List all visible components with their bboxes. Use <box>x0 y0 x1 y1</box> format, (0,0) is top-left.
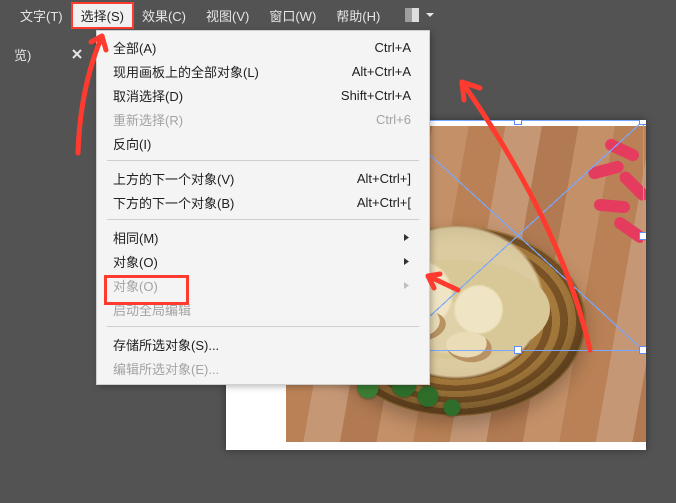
menu-separator <box>107 160 419 161</box>
menu-item-label: 启动全局编辑 <box>113 300 191 319</box>
menu-item-label: 编辑所选对象(E)... <box>113 359 219 378</box>
submenu-arrow-icon <box>311 254 411 269</box>
menu-item-label: 取消选择(D) <box>113 86 183 105</box>
menu-item-next-above[interactable]: 上方的下一个对象(V) Alt+Ctrl+] <box>97 166 429 190</box>
menu-help[interactable]: 帮助(H) <box>326 2 390 29</box>
menu-item-shortcut: Alt+Ctrl+] <box>311 171 411 186</box>
menu-item-label: 全部(A) <box>113 38 156 57</box>
menu-separator <box>107 219 419 220</box>
submenu-arrow-icon <box>311 230 411 245</box>
menu-item-all[interactable]: 全部(A) Ctrl+A <box>97 35 429 59</box>
menu-item-label: 重新选择(R) <box>113 110 183 129</box>
left-panel-tab[interactable]: 览) <box>0 42 92 66</box>
menu-item-label: 上方的下一个对象(V) <box>113 169 234 188</box>
menubar: 文字(T) 选择(S) 效果(C) 视图(V) 窗口(W) 帮助(H) <box>0 0 676 30</box>
menu-item-start-global: 启动全局编辑 <box>97 297 429 321</box>
submenu-arrow-icon <box>311 278 411 293</box>
menu-item-shortcut: Ctrl+A <box>311 40 411 55</box>
menu-effect[interactable]: 效果(C) <box>132 2 196 29</box>
menu-item-label: 现用画板上的全部对象(L) <box>113 62 259 81</box>
menu-item-shortcut: Shift+Ctrl+A <box>311 88 411 103</box>
menu-item-shortcut: Alt+Ctrl+A <box>311 64 411 79</box>
menu-item-inverse[interactable]: 反向(I) <box>97 131 429 155</box>
menu-item-label: 存储所选对象(S)... <box>113 335 219 354</box>
menu-item-label: 下方的下一个对象(B) <box>113 193 234 212</box>
panel-layout-icon[interactable] <box>405 8 419 22</box>
menu-item-edit-selection: 编辑所选对象(E)... <box>97 356 429 380</box>
menu-item-same[interactable]: 相同(M) <box>97 225 429 249</box>
menu-item-artboard-all[interactable]: 现用画板上的全部对象(L) Alt+Ctrl+A <box>97 59 429 83</box>
menu-view[interactable]: 视图(V) <box>196 2 259 29</box>
menu-text[interactable]: 文字(T) <box>10 2 73 29</box>
menu-item-save-selection[interactable]: 存储所选对象(S)... <box>97 332 429 356</box>
menu-select[interactable]: 选择(S) <box>71 2 134 29</box>
menu-item-label: 相同(M) <box>113 228 159 247</box>
menu-item-shortcut: Alt+Ctrl+[ <box>311 195 411 210</box>
close-icon[interactable] <box>72 47 82 62</box>
menu-item-label: 对象(O) <box>113 252 158 271</box>
chevron-down-icon[interactable] <box>425 8 435 23</box>
menu-item-label: 对象(O) <box>113 276 158 295</box>
menu-window[interactable]: 窗口(W) <box>259 2 326 29</box>
menu-item-shortcut: Ctrl+6 <box>311 112 411 127</box>
menu-item-object-highlight[interactable]: 对象(O) <box>97 249 429 273</box>
select-dropdown: 全部(A) Ctrl+A 现用画板上的全部对象(L) Alt+Ctrl+A 取消… <box>96 30 430 385</box>
menu-item-label: 反向(I) <box>113 134 151 153</box>
menu-item-object2: 对象(O) <box>97 273 429 297</box>
menu-item-next-below[interactable]: 下方的下一个对象(B) Alt+Ctrl+[ <box>97 190 429 214</box>
left-panel-label: 览) <box>14 45 31 64</box>
menu-extras <box>405 8 435 23</box>
menu-item-reselect: 重新选择(R) Ctrl+6 <box>97 107 429 131</box>
menu-separator <box>107 326 419 327</box>
menu-item-deselect[interactable]: 取消选择(D) Shift+Ctrl+A <box>97 83 429 107</box>
